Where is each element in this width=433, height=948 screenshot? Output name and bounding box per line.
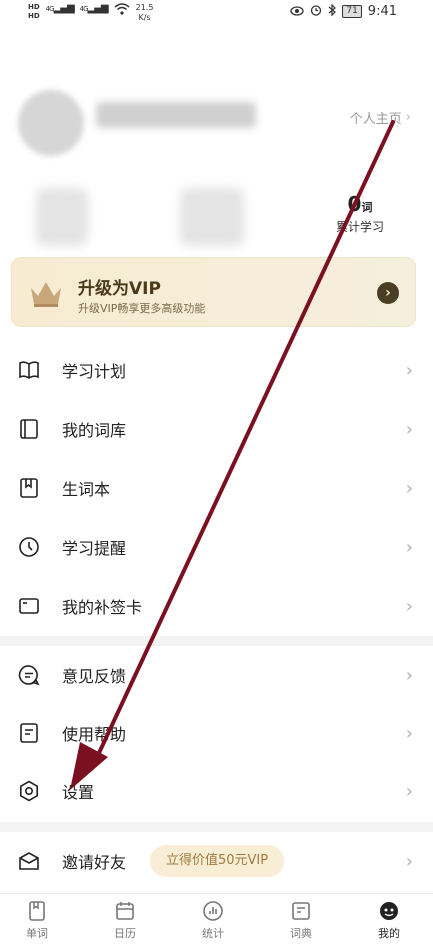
menu-label: 使用帮助 xyxy=(62,725,127,744)
chevron-right-icon: › xyxy=(405,110,411,125)
document-icon xyxy=(20,723,38,743)
tab-label: 日历 xyxy=(114,927,136,940)
status-bar: HD HD 4G▂▄▆ 4G▂▄▆ 21.5 K/s 71 9:41 xyxy=(0,0,433,26)
clock-icon xyxy=(19,537,39,557)
tab-stats[interactable]: 统计 xyxy=(183,900,243,941)
chevron-right-icon: › xyxy=(405,664,413,686)
vip-upgrade-banner[interactable]: 升级为VIP 升级VIP畅享更多高级功能 › xyxy=(11,257,416,327)
crown-icon xyxy=(31,282,61,307)
words-unit: 词 xyxy=(361,201,373,214)
menu-makeup-card[interactable]: 我的补签卡 › xyxy=(0,577,433,635)
homepage-link-label: 个人主页 xyxy=(349,112,402,127)
tab-label: 我的 xyxy=(378,927,400,940)
section-divider xyxy=(0,636,433,646)
chevron-right-icon: › xyxy=(405,477,413,499)
stat-blurred-1 xyxy=(36,188,88,246)
words-label: 累计学习 xyxy=(335,220,384,234)
bookmark-book-icon xyxy=(20,478,38,498)
tab-label: 单词 xyxy=(26,927,48,940)
menu-invite-friends[interactable]: 邀请好友 立得价值50元VIP › xyxy=(0,832,433,890)
menu-my-wordbank[interactable]: 我的词库 › xyxy=(0,400,433,458)
menu-label: 我的词库 xyxy=(62,421,127,440)
menu-study-reminder[interactable]: 学习提醒 › xyxy=(0,518,433,576)
card-icon xyxy=(19,598,39,614)
calendar-icon xyxy=(116,902,134,920)
vip-title: 升级为VIP xyxy=(78,279,161,299)
tab-words[interactable]: 单词 xyxy=(7,900,67,941)
homepage-link[interactable]: 个人主页 › xyxy=(350,108,411,127)
tab-calendar[interactable]: 日历 xyxy=(95,900,155,941)
bottom-tab-bar: 单词 日历 统计 词典 我的 xyxy=(0,893,433,948)
eye-icon xyxy=(290,5,304,19)
hd-bottom-label: HD xyxy=(28,12,40,20)
menu-label: 邀请好友 xyxy=(62,853,127,872)
avatar[interactable] xyxy=(18,90,84,156)
menu-settings[interactable]: 设置 › xyxy=(0,762,433,820)
menu-label: 意见反馈 xyxy=(62,667,127,686)
vip-subtitle: 升级VIP畅享更多高级功能 xyxy=(78,302,206,315)
chevron-right-icon: › xyxy=(405,595,413,617)
tab-profile[interactable]: 我的 xyxy=(359,900,419,941)
menu-study-plan[interactable]: 学习计划 › xyxy=(0,341,433,399)
chevron-right-icon: › xyxy=(405,359,413,381)
chevron-right-icon: › xyxy=(405,418,413,440)
bluetooth-icon xyxy=(328,3,337,19)
chat-bubble-icon xyxy=(18,665,40,686)
menu-help[interactable]: 使用帮助 › xyxy=(0,704,433,762)
signal-icon: 4G▂▄▆ xyxy=(79,3,109,14)
notebook-icon xyxy=(20,419,38,439)
username-blurred xyxy=(96,102,256,128)
hd-indicator: HD HD xyxy=(28,3,40,21)
profile-header: 个人主页 › 0词 累计学习 xyxy=(0,80,433,260)
menu-vocab-book[interactable]: 生词本 › xyxy=(0,459,433,517)
menu-feedback[interactable]: 意见反馈 › xyxy=(0,646,433,704)
menu-label: 学习计划 xyxy=(62,362,127,381)
chevron-right-icon: › xyxy=(405,780,413,802)
wifi-icon xyxy=(114,3,130,18)
chevron-right-icon: › xyxy=(405,722,413,744)
battery-icon: 71 xyxy=(342,5,362,18)
battery-level: 71 xyxy=(346,6,358,16)
menu-label: 生词本 xyxy=(62,480,111,499)
tab-label: 词典 xyxy=(290,927,312,940)
network-speed: 21.5 K/s xyxy=(136,3,154,23)
chevron-right-icon: › xyxy=(405,536,413,558)
speed-unit: K/s xyxy=(138,13,151,22)
arrow-right-icon[interactable]: › xyxy=(377,282,399,304)
dictionary-icon xyxy=(292,902,310,920)
stat-blurred-2 xyxy=(180,188,244,246)
signal-icon: 4G▂▄▆ xyxy=(45,3,75,14)
gear-icon xyxy=(20,780,38,802)
tab-label: 统计 xyxy=(202,927,224,940)
book-icon xyxy=(29,901,45,921)
words-learned-stat[interactable]: 0词 累计学习 xyxy=(330,192,390,235)
menu-label: 我的补签卡 xyxy=(62,598,143,617)
chevron-right-icon: › xyxy=(405,850,413,872)
words-count: 0 xyxy=(347,192,362,216)
section-divider xyxy=(0,822,433,832)
speed-value: 21.5 xyxy=(135,3,154,12)
hd-top-label: HD xyxy=(28,3,40,11)
alarm-icon xyxy=(310,4,322,19)
clock: 9:41 xyxy=(367,4,397,19)
tab-dictionary[interactable]: 词典 xyxy=(271,900,331,941)
stats-icon xyxy=(203,901,223,921)
invite-reward-badge: 立得价值50元VIP xyxy=(150,845,285,877)
menu-label: 设置 xyxy=(62,783,95,802)
envelope-icon xyxy=(19,852,39,870)
signal2-label: 4G xyxy=(79,5,89,13)
menu-label: 学习提醒 xyxy=(62,539,127,558)
profile-icon xyxy=(380,902,398,920)
signal1-label: 4G xyxy=(45,5,55,13)
open-book-icon xyxy=(19,361,39,379)
